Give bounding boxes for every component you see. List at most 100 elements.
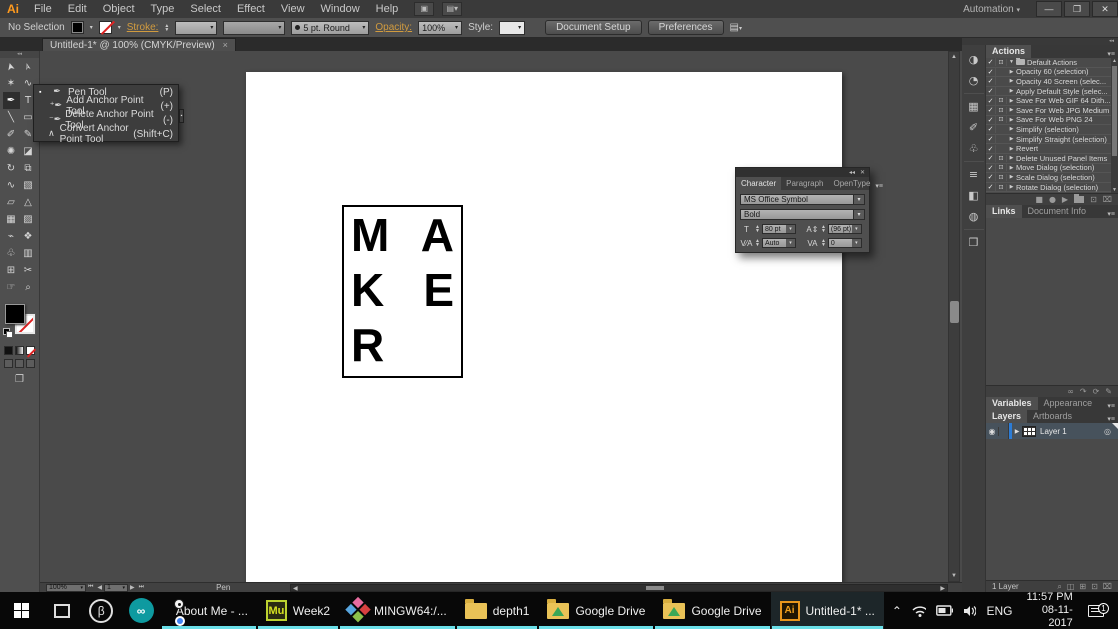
slice-tool[interactable]: ✂: [20, 262, 37, 279]
action-row[interactable]: ✓ ⊡ ▶ Move Dialog (selection): [986, 163, 1118, 174]
taskbar-app-chrome[interactable]: About Me - ...: [161, 592, 257, 629]
menu-object[interactable]: Object: [95, 3, 143, 15]
go-to-link-icon[interactable]: ↷: [1080, 387, 1087, 396]
font-family-dropdown[interactable]: MS Office Symbol ▾: [740, 194, 865, 205]
selection-tool[interactable]: ➤: [3, 58, 20, 75]
stroke-weight-stepper[interactable]: ▲ ▼: [164, 23, 169, 32]
links-panel-menu-icon[interactable]: ▾≡: [1107, 210, 1118, 218]
taskbar-app-google-drive[interactable]: Google Drive: [538, 592, 654, 629]
document-setup-button[interactable]: Document Setup: [545, 20, 642, 35]
color-guide-panel-icon[interactable]: ◔: [964, 70, 984, 91]
action-row[interactable]: ✓ ▶ Opacity 60 (selection): [986, 67, 1118, 78]
gradient-mode-button[interactable]: [15, 346, 24, 355]
stroke-weight-dropdown[interactable]: ▾: [175, 20, 218, 35]
pen-tool[interactable]: ✒: [2, 92, 20, 109]
action-row[interactable]: ✓ ⊡ ▶ Rotate Dialog (selection): [986, 183, 1118, 193]
restore-button[interactable]: ❐: [1064, 1, 1090, 17]
update-link-icon[interactable]: ⟳: [1093, 387, 1100, 396]
action-dialog-toggle-icon[interactable]: ⊡: [996, 116, 1007, 124]
tab-paragraph[interactable]: Paragraph: [781, 177, 828, 190]
artboard-number-field[interactable]: 1 ▾: [104, 583, 129, 592]
width-tool[interactable]: ∿: [3, 177, 20, 194]
new-sublayer-icon[interactable]: ⊞: [1079, 582, 1086, 592]
action-row[interactable]: ✓ ▶ Apply Default Style (selec...: [986, 87, 1118, 97]
minimize-button[interactable]: —: [1036, 1, 1062, 17]
hand-tool[interactable]: ☞: [3, 279, 20, 296]
action-expander-icon[interactable]: ▶: [1007, 146, 1016, 152]
font-size-stepper[interactable]: ▲ ▼: [755, 225, 760, 234]
action-dialog-toggle-icon[interactable]: ⊡: [996, 183, 1007, 191]
action-checkmark-icon[interactable]: ✓: [986, 96, 996, 105]
next-artboard-icon[interactable]: ▶: [130, 584, 135, 591]
arduino-app-button[interactable]: ∞: [121, 592, 161, 629]
collapse-dock-icon[interactable]: ◂◂: [962, 38, 1118, 45]
layers-panel-menu-icon[interactable]: ▾≡: [1107, 415, 1118, 423]
action-row[interactable]: ✓ ▶ Opacity 40 Screen (selec...: [986, 77, 1118, 87]
processing-app-button[interactable]: β: [81, 592, 121, 629]
layer-expand-icon[interactable]: ▶: [1012, 428, 1022, 435]
action-dialog-toggle-icon[interactable]: ⊡: [996, 154, 1007, 162]
font-style-dropdown[interactable]: Bold ▾: [740, 209, 865, 220]
taskbar-app-folder-depth1[interactable]: depth1: [456, 592, 539, 629]
panel-menu-icon[interactable]: ▾≡: [875, 182, 886, 190]
action-expander-icon[interactable]: ▶: [1007, 78, 1016, 84]
perspective-grid-tool[interactable]: △: [20, 194, 37, 211]
action-checkmark-icon[interactable]: ✓: [986, 125, 996, 134]
tray-overflow-chevron-icon[interactable]: ⌃: [892, 604, 902, 618]
action-row[interactable]: ✓ ▶ Simplify Straight (selection): [986, 135, 1118, 145]
variables-panel-menu-icon[interactable]: ▾≡: [1107, 402, 1118, 410]
begin-recording-icon[interactable]: ●: [1049, 195, 1056, 204]
control-panel-menu-icon[interactable]: ▤▾: [730, 22, 742, 33]
blob-brush-tool[interactable]: ✺: [3, 143, 20, 160]
close-button[interactable]: ✕: [1092, 1, 1118, 17]
clock[interactable]: 11:57 PM 08-11-2017: [1022, 591, 1073, 629]
action-expander-icon[interactable]: ▶: [1007, 69, 1016, 75]
draw-normal-button[interactable]: [4, 359, 13, 368]
language-indicator[interactable]: ENG: [986, 604, 1012, 618]
action-dialog-toggle-icon[interactable]: ⊡: [996, 106, 1007, 114]
symbol-sprayer-tool[interactable]: ♧: [3, 245, 20, 262]
action-checkmark-icon[interactable]: ✓: [986, 154, 996, 163]
menu-select[interactable]: Select: [182, 3, 229, 15]
action-expander-icon[interactable]: ▼: [1007, 59, 1016, 65]
taskbar-app-mu-editor[interactable]: Mu Week2: [257, 592, 339, 629]
paintbrush-tool[interactable]: ✐: [3, 126, 20, 143]
action-expander-icon[interactable]: ▶: [1007, 174, 1016, 180]
fill-swatch[interactable]: [5, 304, 25, 324]
task-view-button[interactable]: [44, 592, 82, 629]
flyout-tearoff-strip[interactable]: ▪: [179, 109, 184, 123]
fill-color-swatch[interactable]: [70, 21, 84, 34]
close-panel-icon[interactable]: ✕: [860, 169, 865, 176]
font-size-dropdown[interactable]: 80 pt ▾: [761, 224, 796, 234]
action-checkmark-icon[interactable]: ✓: [986, 163, 996, 172]
graphic-styles-panel-icon[interactable]: ❒: [964, 232, 984, 253]
action-row[interactable]: ✓ ▶ Simplify (selection): [986, 125, 1118, 135]
style-swatch-dropdown[interactable]: ▾: [499, 20, 526, 35]
action-expander-icon[interactable]: ▶: [1007, 165, 1016, 171]
gradient-panel-icon[interactable]: ◧: [964, 185, 984, 206]
menu-window[interactable]: Window: [313, 3, 368, 15]
blend-tool[interactable]: ❖: [20, 228, 37, 245]
tab-character[interactable]: Character: [736, 177, 782, 190]
action-checkmark-icon[interactable]: ✓: [986, 183, 996, 192]
menu-type[interactable]: Type: [143, 3, 183, 15]
action-dialog-toggle-icon[interactable]: ⊡: [996, 164, 1007, 172]
action-dialog-toggle-icon[interactable]: ⊡: [996, 173, 1007, 181]
brush-definition-dropdown[interactable]: 5 pt. Round ▾: [291, 20, 370, 35]
tab-document-info[interactable]: Document Info: [1022, 205, 1093, 218]
action-checkmark-icon[interactable]: ✓: [986, 58, 996, 67]
action-expander-icon[interactable]: ▶: [1007, 88, 1016, 94]
zoom-tool[interactable]: ⌕: [20, 279, 37, 296]
action-dialog-toggle-icon[interactable]: ⊡: [996, 97, 1007, 105]
menu-help[interactable]: Help: [368, 3, 407, 15]
artboard-tool[interactable]: ⊞: [3, 262, 20, 279]
action-checkmark-icon[interactable]: ✓: [986, 106, 996, 115]
action-expander-icon[interactable]: ▶: [1007, 155, 1016, 161]
free-transform-tool[interactable]: ▧: [20, 177, 37, 194]
stroke-weight-label[interactable]: Stroke:: [127, 22, 159, 33]
new-set-icon[interactable]: [1074, 194, 1085, 203]
draw-inside-button[interactable]: [26, 359, 35, 368]
tab-appearance[interactable]: Appearance: [1038, 397, 1099, 410]
speaker-icon[interactable]: [963, 605, 977, 617]
kerning-stepper[interactable]: ▲ ▼: [755, 239, 760, 248]
